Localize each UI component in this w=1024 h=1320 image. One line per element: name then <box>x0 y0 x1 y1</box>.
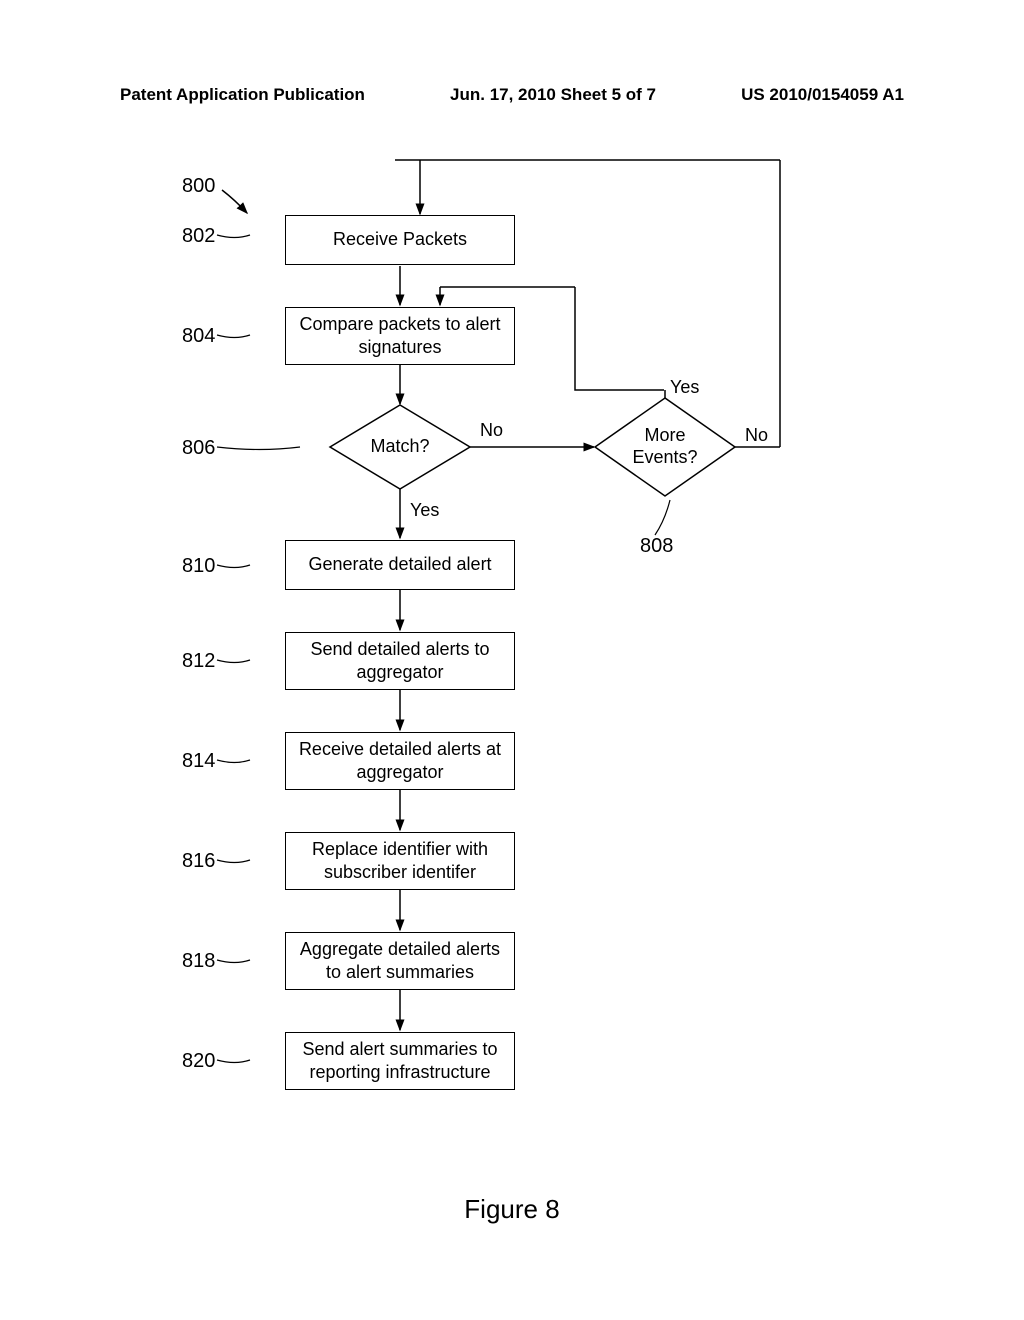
box-label: Compare packets to alert signatures <box>294 313 506 360</box>
ref-818: 818 <box>182 950 215 973</box>
ref-810: 810 <box>182 555 215 578</box>
figure-caption: Figure 8 <box>0 1194 1024 1225</box>
box-send-summaries: Send alert summaries to reporting infras… <box>285 1032 515 1090</box>
page-header: Patent Application Publication Jun. 17, … <box>0 85 1024 105</box>
box-generate-alert: Generate detailed alert <box>285 540 515 590</box>
box-label: Send alert summaries to reporting infras… <box>294 1038 506 1085</box>
ref-800: 800 <box>182 175 215 198</box>
ref-812: 812 <box>182 650 215 673</box>
ref-816: 816 <box>182 850 215 873</box>
header-center: Jun. 17, 2010 Sheet 5 of 7 <box>450 85 656 105</box>
label-yes-2: Yes <box>670 377 699 398</box>
label-no-2: No <box>745 425 768 446</box>
header-left: Patent Application Publication <box>120 85 365 105</box>
box-label: Receive Packets <box>333 228 467 251</box>
ref-804: 804 <box>182 325 215 348</box>
label-no-1: No <box>480 420 503 441</box>
diamond-match: Match? <box>365 436 435 457</box>
box-label: Replace identifier with subscriber ident… <box>294 838 506 885</box>
ref-808: 808 <box>640 535 673 558</box>
box-receive-packets: Receive Packets <box>285 215 515 265</box>
box-replace-identifier: Replace identifier with subscriber ident… <box>285 832 515 890</box>
diamond-label: More Events? <box>632 425 697 467</box>
box-label: Aggregate detailed alerts to alert summa… <box>294 938 506 985</box>
ref-820: 820 <box>182 1050 215 1073</box>
box-label: Generate detailed alert <box>308 553 491 576</box>
flowchart-diagram: Receive Packets Compare packets to alert… <box>0 140 1024 1190</box>
diamond-more-events: More Events? <box>625 425 705 468</box>
box-send-aggregator: Send detailed alerts to aggregator <box>285 632 515 690</box>
box-aggregate-alerts: Aggregate detailed alerts to alert summa… <box>285 932 515 990</box>
ref-806: 806 <box>182 437 215 460</box>
box-compare-packets: Compare packets to alert signatures <box>285 307 515 365</box>
box-receive-aggregator: Receive detailed alerts at aggregator <box>285 732 515 790</box>
box-label: Receive detailed alerts at aggregator <box>294 738 506 785</box>
label-yes-1: Yes <box>410 500 439 521</box>
ref-802: 802 <box>182 225 215 248</box>
ref-814: 814 <box>182 750 215 773</box>
diamond-label: Match? <box>370 436 429 456</box>
box-label: Send detailed alerts to aggregator <box>294 638 506 685</box>
header-right: US 2010/0154059 A1 <box>741 85 904 105</box>
